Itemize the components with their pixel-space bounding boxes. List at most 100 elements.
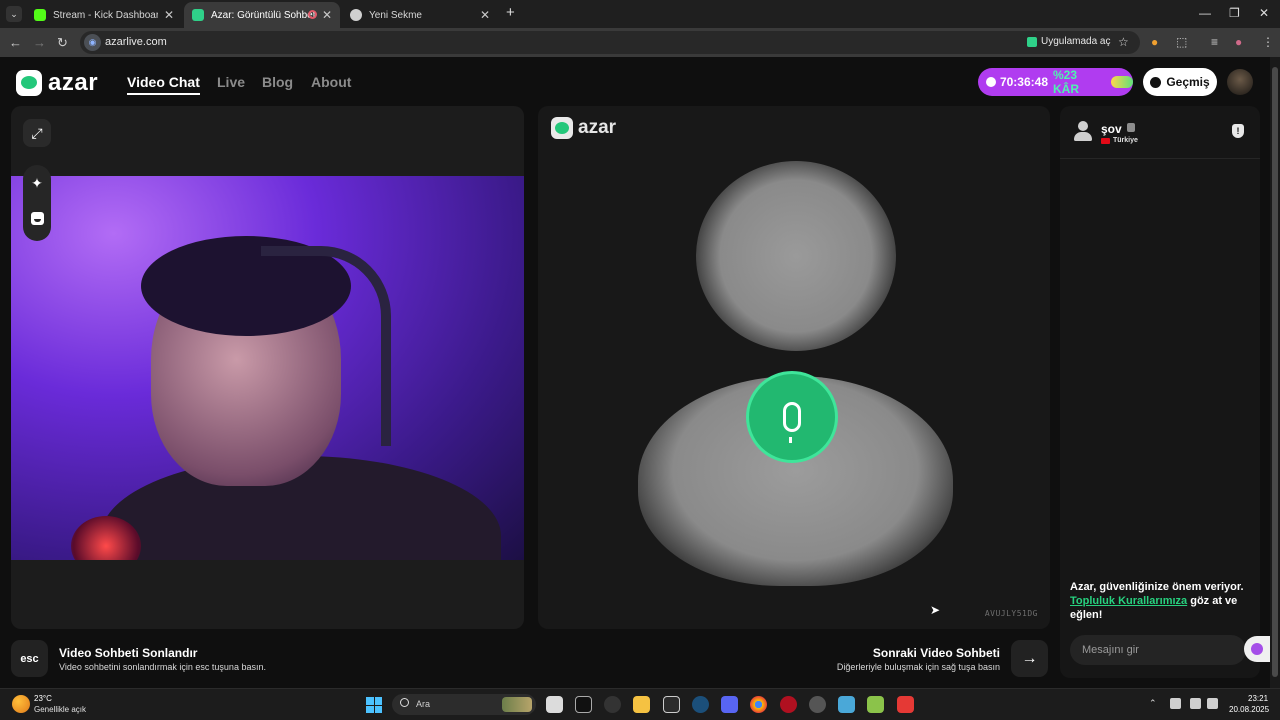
self-camera-feed bbox=[11, 176, 524, 560]
clock-icon bbox=[986, 77, 996, 87]
epic-games-icon[interactable] bbox=[663, 696, 680, 713]
tab-search-button[interactable]: ⌄ bbox=[6, 6, 22, 22]
watermark-text: azar bbox=[578, 117, 617, 138]
bookmark-star-icon[interactable]: ☆ bbox=[1118, 35, 1129, 49]
windows-start-icon[interactable] bbox=[366, 697, 382, 713]
end-chat-button[interactable]: esc bbox=[11, 640, 48, 677]
menu-kebab-icon[interactable]: ⋮ bbox=[1262, 35, 1274, 49]
partner-video-panel: azar AVUJLY51DG bbox=[538, 106, 1050, 629]
volume-icon[interactable] bbox=[1207, 698, 1218, 709]
camera-headset-shape bbox=[261, 246, 391, 446]
tab-new-tab[interactable]: Yeni Sekme ✕ bbox=[342, 2, 498, 28]
scroll-thumb[interactable] bbox=[1272, 67, 1278, 677]
peer-country: Türkiye bbox=[1101, 137, 1138, 144]
tab-azar[interactable]: Azar: Görüntülü Sohbet, Arl ✕ bbox=[184, 2, 340, 28]
partner-silhouette-head bbox=[696, 161, 896, 351]
report-shield-icon[interactable]: ! bbox=[1232, 124, 1244, 138]
tab-label: Azar: Görüntülü Sohbet, Arl bbox=[211, 9, 316, 21]
azar-logo-icon bbox=[16, 70, 42, 96]
close-icon[interactable]: ✕ bbox=[322, 8, 332, 22]
extension-color-icon[interactable]: ● bbox=[1151, 35, 1158, 49]
safety-notice: Azar, güvenliğinize önem veriyor. Toplul… bbox=[1070, 580, 1255, 622]
steam-icon[interactable] bbox=[692, 696, 709, 713]
next-chat-arrow-icon[interactable]: → bbox=[1011, 640, 1048, 677]
app-layers-icon[interactable] bbox=[867, 696, 884, 713]
url-text: azarlive.com bbox=[105, 36, 167, 48]
open-in-app-label: Uygulamada aç bbox=[1041, 36, 1111, 47]
history-button[interactable]: Geçmiş bbox=[1143, 68, 1217, 96]
app-clock-icon[interactable] bbox=[809, 696, 826, 713]
media-control-icon[interactable]: ≡ bbox=[1211, 35, 1218, 49]
extensions-puzzle-icon[interactable]: ⬚ bbox=[1176, 35, 1187, 49]
audio-only-mic-icon bbox=[746, 371, 838, 463]
restore-icon[interactable]: ❐ bbox=[1229, 6, 1240, 20]
app-red-square-icon[interactable] bbox=[897, 696, 914, 713]
peer-name: şov bbox=[1101, 122, 1122, 136]
microphone-icon[interactable] bbox=[1170, 698, 1181, 709]
tab-kick-dashboard[interactable]: Stream - Kick Dashboard ✕ bbox=[26, 2, 182, 28]
window-close-icon[interactable]: ✕ bbox=[1259, 6, 1269, 20]
open-in-app-button[interactable]: Uygulamada aç bbox=[1027, 36, 1110, 47]
user-avatar[interactable] bbox=[1227, 69, 1253, 95]
taskbar-search[interactable]: Ara bbox=[392, 694, 536, 715]
verified-badge-icon bbox=[1127, 123, 1135, 132]
clock-time[interactable]: 23:21 bbox=[1248, 694, 1268, 703]
timer-profit-badge[interactable]: 70:36:48 %23 KÂR bbox=[978, 68, 1133, 96]
chrome-taskbar-icon[interactable] bbox=[750, 696, 767, 713]
search-label: Ara bbox=[416, 699, 431, 709]
kick-icon bbox=[34, 9, 46, 21]
next-chat-description: Diğerleriyle buluşmak için sağ tuşa bası… bbox=[836, 662, 1000, 672]
end-chat-title: Video Sohbeti Sonlandır bbox=[59, 646, 198, 660]
address-bar[interactable]: ◉ azarlive.com Uygulamada aç ☆ bbox=[80, 31, 1140, 54]
history-clock-icon bbox=[1150, 76, 1162, 88]
end-chat-description: Video sohbetini sonlandırmak için esc tu… bbox=[59, 662, 266, 672]
browser-tab-strip: ⌄ Stream - Kick Dashboard ✕ Azar: Görünt… bbox=[0, 0, 1280, 28]
app-paint-icon[interactable] bbox=[838, 696, 855, 713]
new-tab-button[interactable]: + bbox=[506, 4, 515, 21]
history-label: Geçmiş bbox=[1166, 75, 1210, 89]
discord-icon[interactable] bbox=[721, 696, 738, 713]
nav-blog[interactable]: Blog bbox=[262, 74, 293, 90]
azar-logo[interactable]: azar bbox=[16, 69, 98, 97]
forward-icon[interactable]: → bbox=[33, 35, 46, 50]
minimize-icon[interactable]: — bbox=[1199, 6, 1211, 20]
app-x-icon[interactable] bbox=[575, 696, 592, 713]
back-icon[interactable]: ← bbox=[9, 35, 22, 50]
close-icon[interactable]: ✕ bbox=[164, 8, 174, 22]
app-threads-icon[interactable] bbox=[604, 696, 621, 713]
task-view-icon[interactable] bbox=[546, 696, 563, 713]
clock-date[interactable]: 20.08.2025 bbox=[1229, 705, 1269, 714]
message-input[interactable] bbox=[1070, 635, 1246, 665]
weather-temperature: 23°C bbox=[34, 694, 52, 703]
sparkle-effects-icon[interactable]: ✦ bbox=[23, 169, 51, 197]
community-rules-link[interactable]: Topluluk Kurallarımıza bbox=[1070, 595, 1187, 607]
face-sticker-icon[interactable] bbox=[23, 204, 51, 232]
app-red-icon[interactable] bbox=[780, 696, 797, 713]
chrome-icon bbox=[350, 9, 362, 21]
next-chat-title: Sonraki Video Sohbeti bbox=[872, 646, 1000, 660]
gift-icon bbox=[1251, 643, 1263, 655]
page-scrollbar[interactable] bbox=[1270, 57, 1280, 688]
reload-icon[interactable]: ↻ bbox=[57, 35, 68, 51]
nav-video-chat[interactable]: Video Chat bbox=[127, 74, 200, 95]
coins-icon bbox=[1111, 76, 1133, 88]
tab-label: Stream - Kick Dashboard bbox=[53, 9, 158, 21]
profile-avatar-icon[interactable]: ● bbox=[1235, 35, 1242, 49]
peer-avatar-icon bbox=[1074, 121, 1092, 141]
file-explorer-icon[interactable] bbox=[633, 696, 650, 713]
gift-button[interactable] bbox=[1244, 636, 1270, 662]
safety-prefix: Azar, güvenliğinize önem veriyor. bbox=[1070, 581, 1244, 593]
weather-description: Genellikle açık bbox=[34, 705, 87, 714]
tray-overflow-icon[interactable]: ⌃ bbox=[1149, 698, 1157, 709]
nav-live[interactable]: Live bbox=[217, 74, 245, 90]
peer-country-label: Türkiye bbox=[1113, 137, 1138, 144]
close-icon[interactable]: ✕ bbox=[480, 8, 490, 22]
network-icon[interactable] bbox=[1190, 698, 1201, 709]
site-info-icon[interactable]: ◉ bbox=[84, 34, 101, 51]
azar-watermark-logo: azar bbox=[551, 117, 616, 139]
expand-icon[interactable]: ⤢ bbox=[23, 119, 51, 147]
weather-icon[interactable] bbox=[12, 695, 30, 713]
windows-taskbar: 23°C Genellikle açık Ara ⌃ 23:21 20.08.2… bbox=[0, 688, 1280, 720]
mouse-cursor-icon: ➤ bbox=[930, 603, 941, 617]
nav-about[interactable]: About bbox=[311, 74, 351, 90]
